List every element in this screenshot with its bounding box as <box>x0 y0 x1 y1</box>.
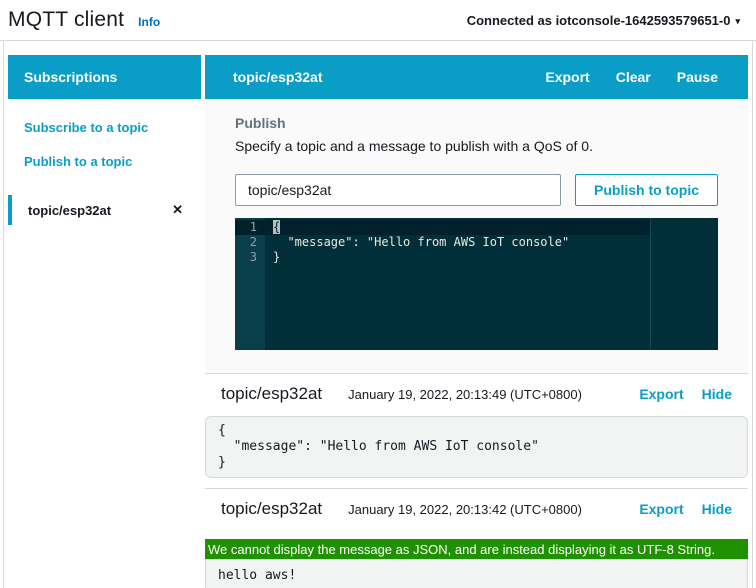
message-export-button[interactable]: Export <box>639 386 683 402</box>
publish-to-topic-button[interactable]: Publish to topic <box>575 174 718 206</box>
utf8-warning-banner: We cannot display the message as JSON, a… <box>205 539 748 559</box>
selected-marker <box>8 195 12 225</box>
message-payload: { "message": "Hello from AWS IoT console… <box>205 416 748 478</box>
message-timestamp: January 19, 2022, 20:13:49 (UTC+0800) <box>348 387 582 402</box>
connection-status-label: Connected as iotconsole-1642593579651-0 <box>467 13 731 28</box>
topic-input[interactable] <box>235 174 561 206</box>
editor-line: 2 "message": "Hello from AWS IoT console… <box>235 235 718 250</box>
publish-section-label: Publish <box>235 115 718 131</box>
message-header: topic/esp32at January 19, 2022, 20:13:49… <box>205 374 748 414</box>
message-payload: hello aws! <box>205 559 748 588</box>
line-number: 1 <box>235 220 265 235</box>
message-export-button[interactable]: Export <box>639 501 683 517</box>
message-header: topic/esp32at January 19, 2022, 20:13:42… <box>205 489 748 529</box>
editor-line: 1 { <box>235 220 718 235</box>
main-panel: topic/esp32at Export Clear Pause Publish… <box>205 55 748 588</box>
editor-lines: 1 { 2 "message": "Hello from AWS IoT con… <box>235 218 718 265</box>
mqtt-client-panel: Subscriptions Subscribe to a topic Publi… <box>3 41 753 588</box>
line-code: { <box>265 220 280 235</box>
subscription-item[interactable]: topic/esp32at ✕ <box>8 195 201 225</box>
line-number: 3 <box>235 250 265 265</box>
close-icon[interactable]: ✕ <box>172 202 183 218</box>
app-header: MQTT client Info Connected as iotconsole… <box>0 0 756 41</box>
sidebar-link-publish[interactable]: Publish to a topic <box>8 154 201 169</box>
message-topic: topic/esp32at <box>221 384 322 404</box>
line-number: 2 <box>235 235 265 250</box>
message-topic: topic/esp32at <box>221 499 322 519</box>
sidebar-links: Subscribe to a topic Publish to a topic <box>8 99 201 188</box>
clear-button[interactable]: Clear <box>616 69 651 85</box>
publish-row: Publish to topic <box>235 174 718 206</box>
page-title: MQTT client <box>8 8 124 32</box>
editor-line: 3 } <box>235 250 718 265</box>
message-payload-editor[interactable]: 1 { 2 "message": "Hello from AWS IoT con… <box>235 218 718 350</box>
sidebar-link-subscribe[interactable]: Subscribe to a topic <box>8 120 201 135</box>
subscription-topic-label: topic/esp32at <box>28 203 111 218</box>
message-entry: topic/esp32at January 19, 2022, 20:13:49… <box>205 374 748 478</box>
message-hide-button[interactable]: Hide <box>702 386 732 402</box>
subscriptions-sidebar: Subscriptions Subscribe to a topic Publi… <box>8 55 201 588</box>
toolbar-actions: Export Clear Pause <box>545 69 718 85</box>
pause-button[interactable]: Pause <box>677 69 718 85</box>
info-link[interactable]: Info <box>138 15 160 29</box>
message-actions: Export Hide <box>639 386 732 402</box>
line-code: "message": "Hello from AWS IoT console" <box>265 235 569 250</box>
payload-line: "message": "Hello from AWS IoT console" <box>218 439 735 455</box>
export-button[interactable]: Export <box>545 69 589 85</box>
toolbar-topic-title: topic/esp32at <box>233 69 322 85</box>
subscriptions-header: Subscriptions <box>8 55 201 99</box>
connection-status-dropdown[interactable]: Connected as iotconsole-1642593579651-0 … <box>467 13 740 28</box>
publish-description: Specify a topic and a message to publish… <box>235 138 718 154</box>
topic-toolbar: topic/esp32at Export Clear Pause <box>205 55 748 99</box>
caret-down-icon: ▾ <box>735 16 740 27</box>
message-actions: Export Hide <box>639 501 732 517</box>
message-list: topic/esp32at January 19, 2022, 20:13:49… <box>205 374 748 588</box>
message-hide-button[interactable]: Hide <box>702 501 732 517</box>
message-entry: topic/esp32at January 19, 2022, 20:13:42… <box>205 489 748 588</box>
subscriptions-header-label: Subscriptions <box>24 69 117 85</box>
payload-line: } <box>218 455 735 471</box>
payload-line: { <box>218 423 735 439</box>
text-cursor: { <box>273 220 280 234</box>
payload-line: hello aws! <box>218 568 735 584</box>
publish-section: Publish Specify a topic and a message to… <box>205 99 748 374</box>
message-timestamp: January 19, 2022, 20:13:42 (UTC+0800) <box>348 502 582 517</box>
line-code: } <box>265 250 280 265</box>
